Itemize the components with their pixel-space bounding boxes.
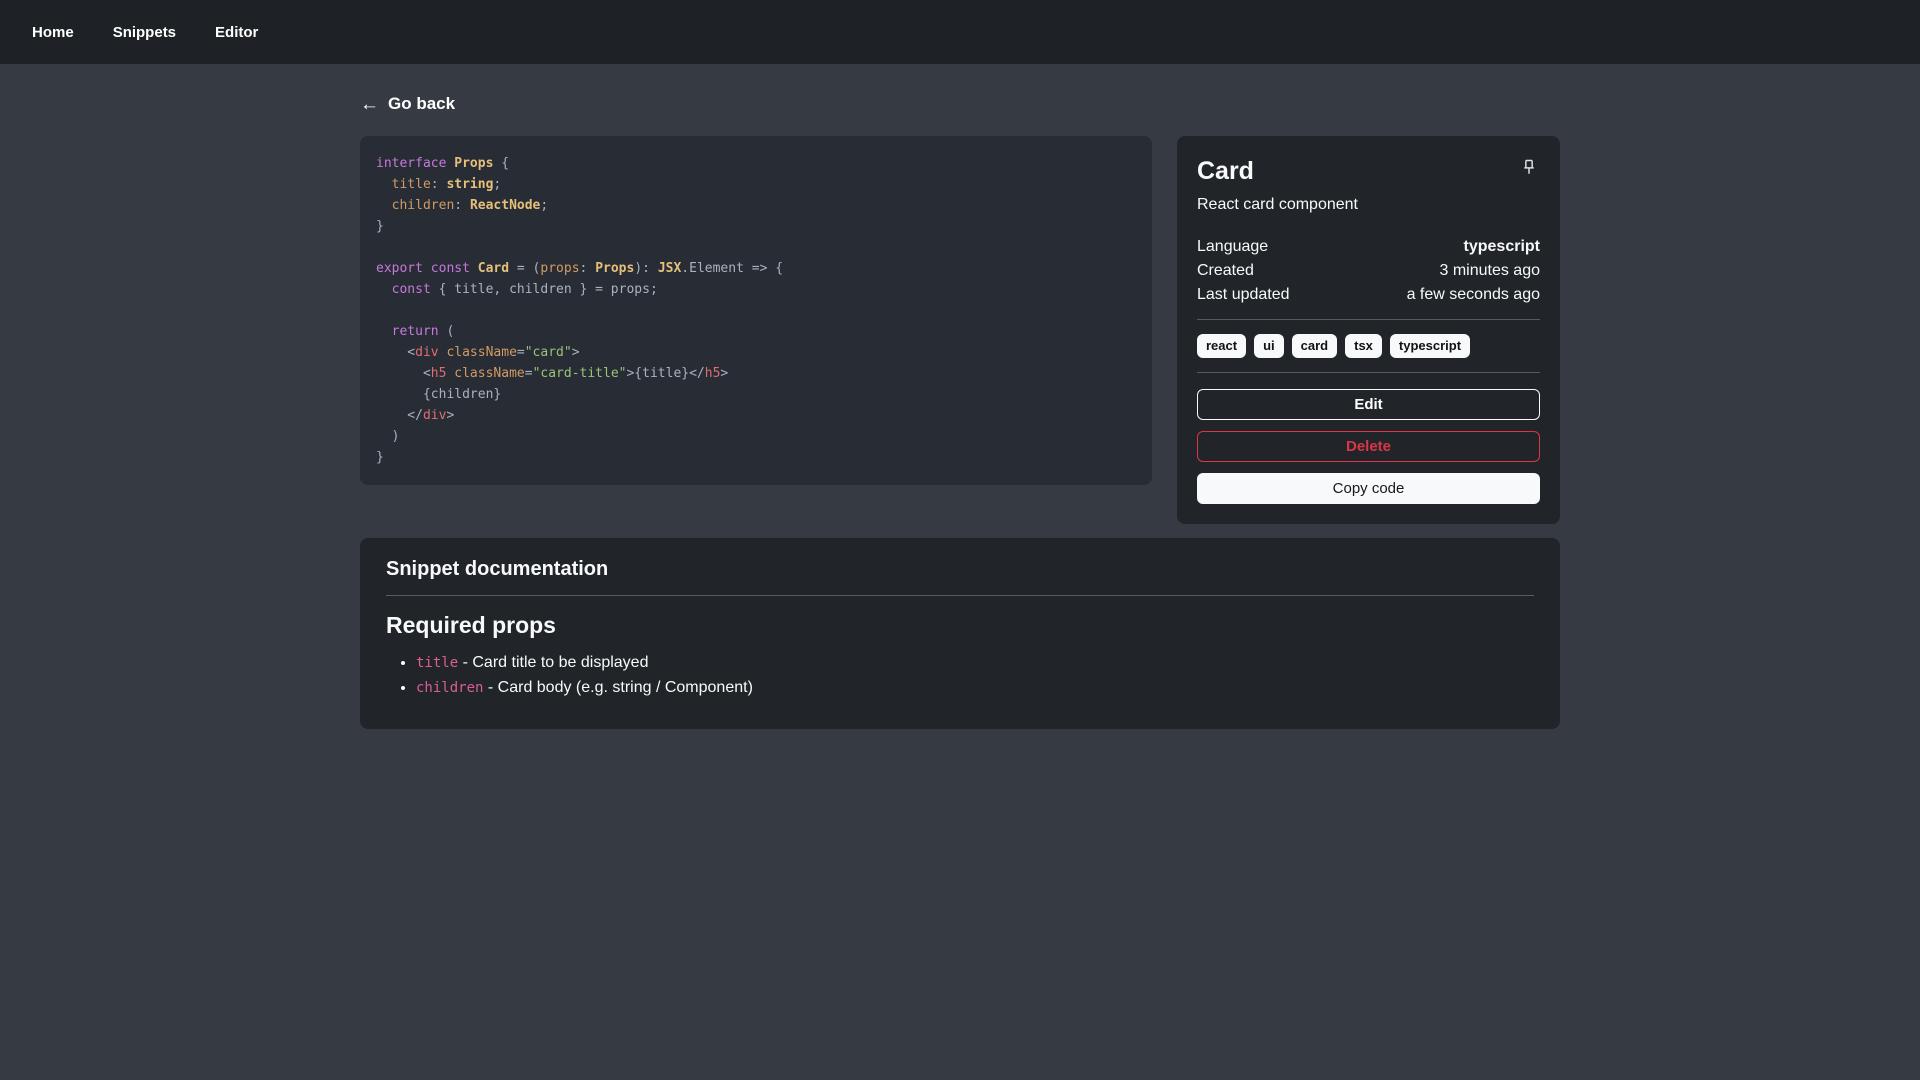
- prop-name-code: children: [416, 680, 483, 696]
- pin-icon[interactable]: [1518, 156, 1540, 178]
- code-line: </div>: [376, 405, 1136, 426]
- code-line: <div className="card">: [376, 342, 1136, 363]
- code-line: export const Card = (props: Props): JSX.…: [376, 258, 1136, 279]
- meta-row: Language typescript: [1197, 235, 1540, 259]
- tag-pill-typescript: typescript: [1390, 334, 1470, 359]
- code-block: interface Props { title: string; childre…: [360, 136, 1152, 485]
- nav-item-editor[interactable]: Editor: [215, 24, 258, 41]
- nav-item-home[interactable]: Home: [32, 24, 74, 41]
- required-props-list: title - Card title to be displayedchildr…: [386, 651, 1534, 700]
- code-line: [376, 300, 1136, 321]
- meta-label: Language: [1197, 235, 1268, 259]
- meta-row: Last updated a few seconds ago: [1197, 283, 1540, 307]
- code-line: interface Props {: [376, 153, 1136, 174]
- snippet-meta: LanguagetypescriptCreated3 minutes agoLa…: [1197, 235, 1540, 307]
- go-back-label: Go back: [388, 94, 455, 114]
- snippet-description: React card component: [1197, 196, 1540, 214]
- meta-row: Created 3 minutes ago: [1197, 259, 1540, 283]
- main-container: ← Go back interface Props { title: strin…: [360, 64, 1560, 729]
- edit-button[interactable]: Edit: [1197, 389, 1540, 420]
- panel-header: Card: [1197, 156, 1540, 186]
- prop-list-item: children - Card body (e.g. string / Comp…: [416, 676, 1534, 700]
- code-line: }: [376, 216, 1136, 237]
- meta-value: a few seconds ago: [1407, 283, 1540, 307]
- tag-pill-tsx: tsx: [1345, 334, 1382, 359]
- code-content: interface Props { title: string; childre…: [376, 153, 1136, 468]
- content-grid: interface Props { title: string; childre…: [360, 136, 1560, 525]
- nav-item-snippets[interactable]: Snippets: [113, 24, 176, 41]
- prop-name-code: title: [416, 655, 458, 671]
- snippet-title: Card: [1197, 156, 1254, 186]
- meta-label: Last updated: [1197, 283, 1290, 307]
- meta-value: 3 minutes ago: [1439, 259, 1540, 283]
- divider: [1197, 372, 1540, 373]
- back-arrow-icon: ←: [360, 95, 379, 114]
- tag-pill-ui: ui: [1254, 334, 1284, 359]
- code-line: [376, 237, 1136, 258]
- meta-label: Created: [1197, 259, 1254, 283]
- tag-pill-card: card: [1292, 334, 1337, 359]
- code-line: <h5 className="card-title">{title}</h5>: [376, 363, 1136, 384]
- code-line: return (: [376, 321, 1136, 342]
- code-line: {children}: [376, 384, 1136, 405]
- code-line: const { title, children } = props;: [376, 279, 1136, 300]
- documentation-card: Snippet documentation Required props tit…: [360, 538, 1560, 729]
- snippet-detail-panel: Card React card component Language typesc…: [1177, 136, 1560, 525]
- navbar: Home Snippets Editor: [0, 0, 1920, 64]
- code-line: ): [376, 426, 1136, 447]
- tag-list: reactuicardtsx typescript: [1197, 334, 1540, 359]
- code-line: }: [376, 447, 1136, 468]
- required-props-heading: Required props: [386, 612, 1534, 639]
- divider: [1197, 319, 1540, 320]
- code-line: title: string;: [376, 174, 1136, 195]
- copy-code-button[interactable]: Copy code: [1197, 473, 1540, 504]
- tag-pill-react: react: [1197, 334, 1246, 359]
- code-line: children: ReactNode;: [376, 195, 1136, 216]
- documentation-title: Snippet documentation: [386, 558, 1534, 581]
- meta-value: typescript: [1464, 235, 1540, 259]
- prop-list-item: title - Card title to be displayed: [416, 651, 1534, 675]
- go-back-link[interactable]: ← Go back: [360, 94, 455, 114]
- delete-button[interactable]: Delete: [1197, 431, 1540, 462]
- divider: [386, 595, 1534, 596]
